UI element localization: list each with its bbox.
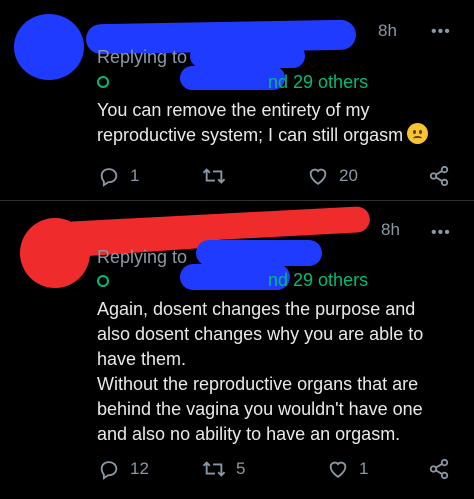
tweet-actions: 12 5 1 [92, 456, 462, 482]
tweet-line-with-emoji: reproductive system; I can still orgasm [97, 123, 467, 148]
reply-icon [100, 461, 118, 480]
like-button[interactable]: 20 [307, 163, 358, 189]
share-icon [429, 458, 449, 480]
tweet-line: reproductive system; I can still orgasm [97, 125, 404, 145]
tweet-line: Again, dosent changes the purpose and [97, 299, 416, 319]
tweet-line: You can remove the entirety of my [97, 100, 370, 120]
mention-redaction-scribble [190, 44, 305, 68]
tweet-line: Without the reproductive organs that are [97, 374, 419, 394]
reply-button[interactable]: 1 [98, 163, 139, 189]
retweet-icon [202, 168, 226, 184]
replying-to-label: Replying to [97, 247, 188, 267]
avatar-redaction-scribble [14, 14, 84, 80]
heart-icon [309, 168, 327, 185]
more-options-icon[interactable]: ••• [431, 225, 451, 241]
mentioned-others-link[interactable]: nd 29 others [268, 72, 368, 93]
tweet-actions: 1 20 [92, 163, 462, 189]
tweet-time[interactable]: 8h [378, 21, 397, 41]
tweet-line: also dosent changes why you are able to [97, 324, 424, 344]
tweet-2[interactable]: 8h ••• Replying to nd 29 others Again, d… [0, 200, 474, 499]
like-count: 20 [339, 166, 358, 185]
reply-button[interactable]: 12 [98, 456, 149, 482]
replying-to-label: Replying to [97, 47, 188, 67]
tweet-time[interactable]: 8h [381, 220, 400, 240]
reply-count: 1 [130, 166, 140, 185]
heart-icon [329, 461, 347, 478]
mention-indicator-icon [97, 275, 109, 287]
tweet-line: have them. [97, 349, 187, 369]
tweet-line: behind the vagina you wouldn't have one [97, 399, 423, 419]
mentioned-others-link[interactable]: nd 29 others [268, 270, 368, 291]
retweet-count: 5 [236, 459, 246, 478]
reply-icon [100, 168, 118, 187]
worried-face-emoji-icon [407, 123, 429, 144]
share-button[interactable] [428, 163, 450, 189]
retweet-button[interactable]: 5 [202, 456, 245, 482]
tweet-line: and also no ability to have an orgasm. [97, 424, 401, 444]
tweet-body: You can remove the entirety of my reprod… [97, 98, 467, 148]
tweet-1[interactable]: 8h ••• Replying to nd 29 others You can … [0, 0, 474, 200]
mention-redaction-scribble [196, 240, 322, 266]
mention-indicator-icon [97, 76, 109, 88]
retweet-button[interactable] [202, 163, 226, 189]
like-button[interactable]: 1 [327, 456, 368, 482]
tweet-body: Again, dosent changes the purpose and al… [97, 297, 467, 447]
like-count: 1 [359, 459, 369, 478]
share-icon [429, 165, 449, 187]
reply-count: 12 [130, 459, 149, 478]
retweet-icon [202, 461, 226, 477]
share-button[interactable] [428, 456, 450, 482]
more-options-icon[interactable]: ••• [431, 24, 451, 40]
